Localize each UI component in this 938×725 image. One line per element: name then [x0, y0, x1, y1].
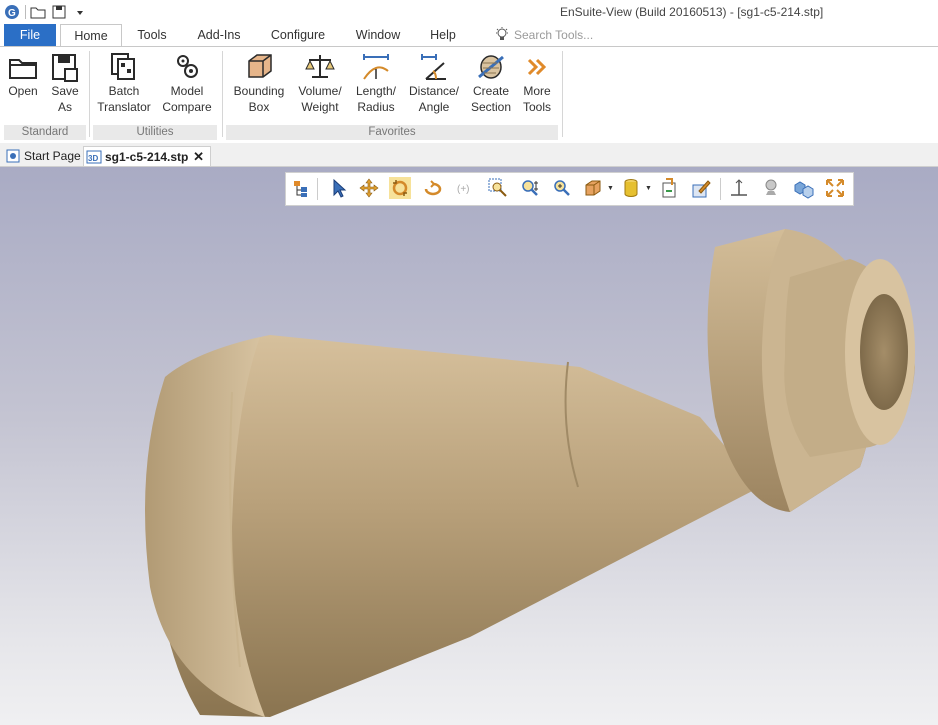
- tab-file[interactable]: File: [4, 24, 56, 46]
- bounding-box-button[interactable]: Bounding Box: [228, 49, 290, 115]
- double-chevron-right-icon: [527, 58, 547, 76]
- edit-markup-icon[interactable]: [690, 177, 712, 199]
- customize-dropdown-icon[interactable]: [71, 3, 89, 21]
- batch-translator-icon: [111, 53, 135, 80]
- save-as-label: Save As: [51, 84, 79, 114]
- ribbon: Open Save As Standard Batch Translator M…: [0, 46, 938, 144]
- gear-icon: [177, 55, 198, 78]
- start-page-icon: [6, 149, 20, 162]
- 3d-viewport[interactable]: (+) ▼ ▼: [0, 167, 938, 725]
- length-radius-label: Length/ Radius: [355, 84, 397, 114]
- search-tools[interactable]: Search Tools...: [494, 24, 593, 46]
- ribbon-group-utilities: Batch Translator Model Compare Utilities: [91, 47, 219, 142]
- toolbar-separator: [720, 178, 721, 200]
- model-file-label: sg1-c5-214.stp: [105, 149, 189, 164]
- ribbon-group-standard: Open Save As Standard: [2, 47, 88, 142]
- svg-text:(+): (+): [457, 184, 470, 195]
- group-label-favorites: Favorites: [226, 125, 558, 140]
- open-folder-icon: [9, 59, 37, 79]
- toolbar-separator: [317, 178, 318, 200]
- app-logo-icon[interactable]: G: [3, 3, 21, 21]
- zoom-step-icon[interactable]: (+): [454, 177, 476, 199]
- create-section-icon: [478, 55, 504, 79]
- shading-dropdown-icon[interactable]: ▼: [645, 185, 652, 192]
- ribbon-separator: [222, 51, 223, 137]
- title-bar: G EnSuite-View (Build 20160513) - [sg1-c…: [0, 0, 938, 24]
- view-cube-dropdown-icon[interactable]: ▼: [607, 185, 614, 192]
- distance-angle-label: Distance/ Angle: [408, 84, 460, 114]
- zoom-selection-icon[interactable]: [519, 177, 541, 199]
- ribbon-group-favorites: Bounding Box Volume/ Weight Length/ Radi…: [224, 47, 560, 142]
- lightbulb-icon: [496, 27, 508, 40]
- fullscreen-icon[interactable]: [824, 177, 846, 199]
- group-label-utilities: Utilities: [93, 125, 217, 140]
- create-section-button[interactable]: Create Section: [466, 49, 516, 115]
- batch-translator-label: Batch Translator: [97, 84, 151, 114]
- close-tab-button[interactable]: ✕: [193, 149, 204, 165]
- length-radius-button[interactable]: Length/ Radius: [350, 49, 402, 115]
- tab-model-file[interactable]: 3D sg1-c5-214.stp ✕: [83, 146, 211, 166]
- more-tools-button[interactable]: More Tools: [516, 49, 558, 115]
- import-icon[interactable]: [658, 177, 680, 199]
- view-toolbar: (+) ▼ ▼: [285, 172, 854, 206]
- tab-add-ins[interactable]: Add-Ins: [188, 24, 250, 46]
- tab-help[interactable]: Help: [420, 24, 466, 46]
- light-icon[interactable]: [760, 177, 782, 199]
- ribbon-separator: [562, 51, 563, 137]
- ribbon-separator: [89, 51, 90, 137]
- scale-icon: [305, 55, 335, 78]
- tab-configure[interactable]: Configure: [262, 24, 334, 46]
- volume-weight-button[interactable]: Volume/ Weight: [292, 49, 348, 115]
- save-as-button[interactable]: Save As: [44, 49, 86, 115]
- zoom-fit-icon[interactable]: [551, 177, 573, 199]
- search-tools-placeholder: Search Tools...: [514, 28, 594, 42]
- volume-weight-label: Volume/ Weight: [298, 84, 342, 114]
- svg-text:3D: 3D: [88, 154, 98, 163]
- open-label: Open: [8, 84, 38, 98]
- document-tab-bar: Start Page 3D sg1-c5-214.stp ✕: [0, 143, 938, 167]
- axis-icon[interactable]: [728, 177, 750, 199]
- distance-angle-button[interactable]: Distance/ Angle: [404, 49, 464, 115]
- bounding-box-icon: [248, 54, 272, 78]
- tab-home[interactable]: Home: [60, 24, 122, 47]
- menu-bar: File Home Tools Add-Ins Configure Window…: [0, 24, 938, 47]
- qat-separator: [25, 5, 26, 19]
- batch-translator-button[interactable]: Batch Translator: [93, 49, 155, 115]
- more-tools-label: More Tools: [522, 84, 551, 114]
- group-label-standard: Standard: [4, 125, 86, 140]
- start-page-label: Start Page: [24, 148, 81, 163]
- model-compare-button[interactable]: Model Compare: [157, 49, 217, 115]
- open-button[interactable]: Open: [2, 49, 44, 99]
- orbit-icon[interactable]: [389, 177, 411, 199]
- 3d-model[interactable]: [0, 167, 938, 725]
- save-as-icon[interactable]: [50, 3, 68, 21]
- length-radius-icon: [363, 54, 389, 80]
- tab-window[interactable]: Window: [348, 24, 408, 46]
- model-tree-icon[interactable]: [290, 177, 312, 199]
- view-cube-icon[interactable]: [582, 177, 604, 199]
- select-arrow-icon[interactable]: [328, 177, 350, 199]
- explode-icon[interactable]: [792, 177, 814, 199]
- open-folder-icon[interactable]: [29, 3, 47, 21]
- model-compare-label: Model Compare: [162, 84, 212, 114]
- window-title: EnSuite-View (Build 20160513) - [sg1-c5-…: [560, 5, 824, 19]
- svg-text:G: G: [8, 8, 16, 19]
- zoom-window-icon[interactable]: [487, 177, 509, 199]
- distance-angle-icon: [421, 54, 446, 80]
- tab-start-page[interactable]: Start Page: [3, 146, 81, 165]
- bounding-box-label: Bounding Box: [233, 84, 285, 114]
- create-section-label: Create Section: [470, 84, 512, 114]
- tab-tools[interactable]: Tools: [128, 24, 176, 46]
- pan-icon[interactable]: [358, 177, 380, 199]
- shading-cylinder-icon[interactable]: [620, 177, 642, 199]
- save-as-icon: [52, 54, 78, 82]
- 3d-model-icon: 3D: [86, 150, 102, 163]
- rotate-icon[interactable]: [422, 177, 444, 199]
- quick-access-toolbar: G: [0, 2, 89, 22]
